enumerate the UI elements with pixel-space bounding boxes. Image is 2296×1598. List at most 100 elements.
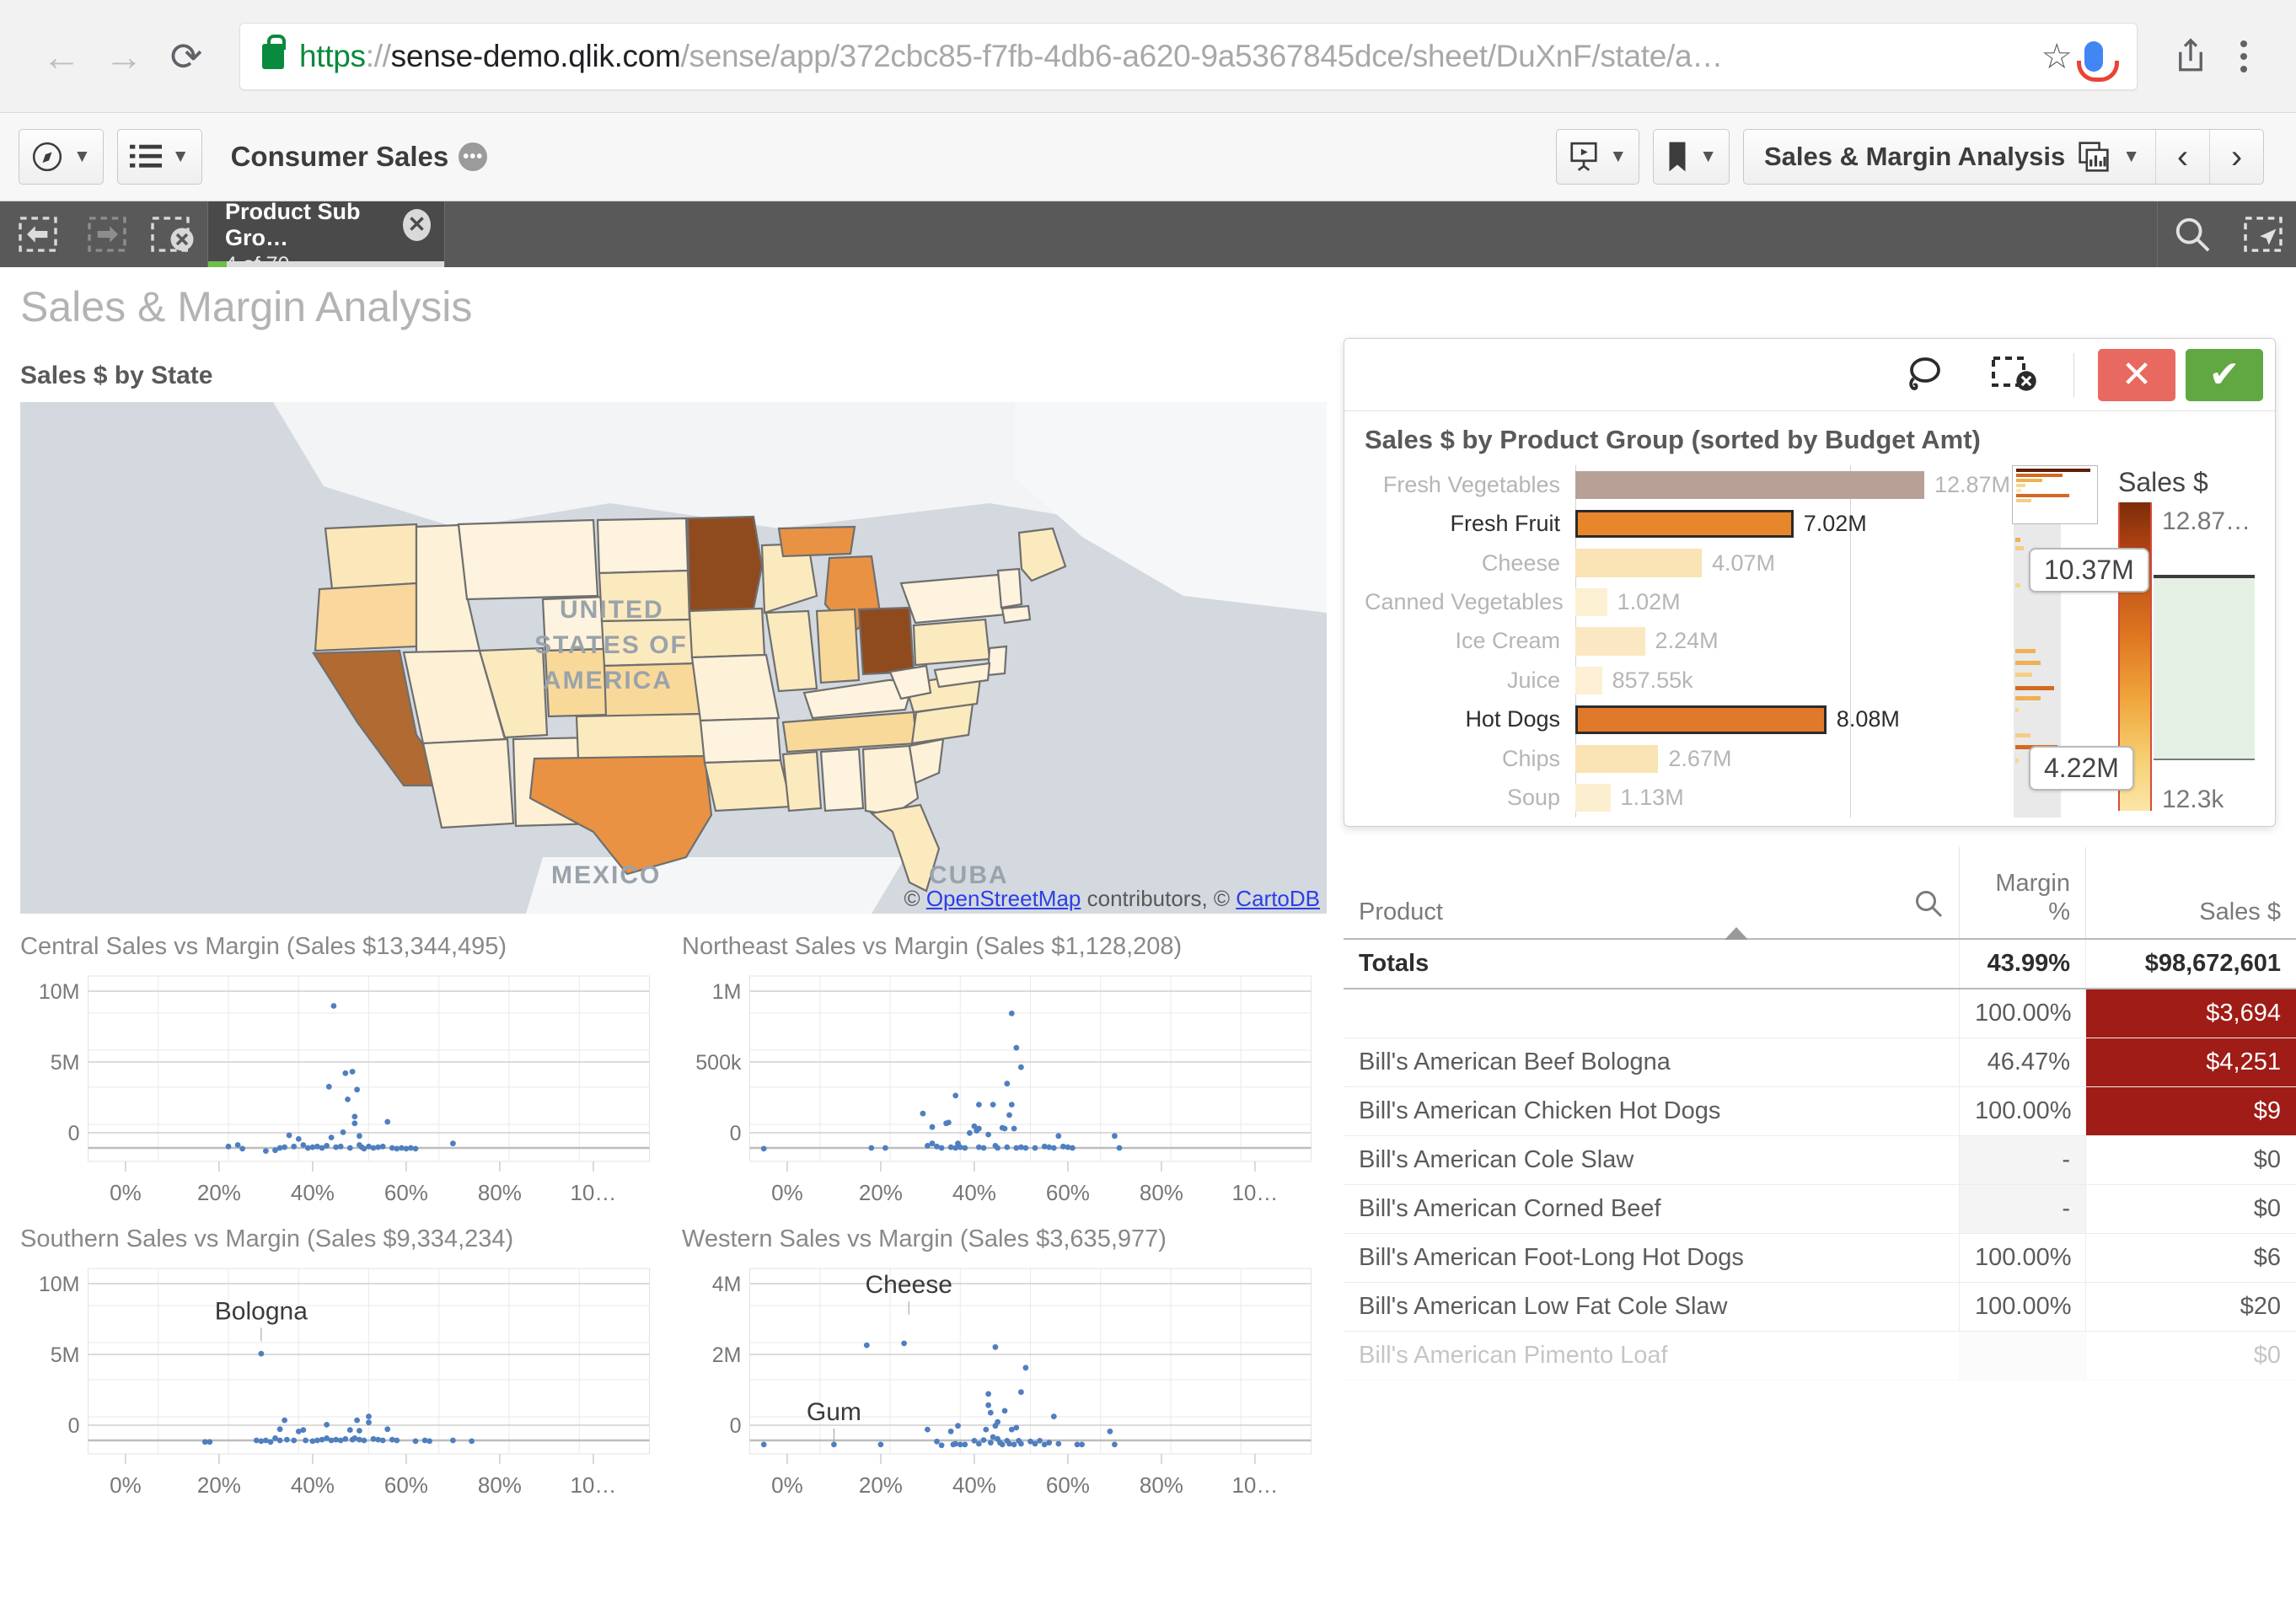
cell-product[interactable]: Bill's American Low Fat Cole Slaw (1344, 1283, 1959, 1331)
bookmark-star-icon[interactable]: ☆ (2041, 35, 2073, 77)
bar-row[interactable]: Fresh Fruit 7.02M (1365, 504, 2010, 543)
selection-step-forward-icon[interactable] (69, 201, 138, 267)
table-row[interactable]: Bill's American Low Fat Cole Slaw 100.00%… (1344, 1283, 2296, 1332)
reload-icon[interactable]: ⟳ (155, 25, 217, 88)
scatter-card-central[interactable]: Central Sales vs Margin (Sales $13,344,4… (20, 933, 665, 1214)
cell-margin[interactable]: - (1959, 1185, 2085, 1233)
table-row[interactable]: Bill's American Chicken Hot Dogs 100.00% $… (1344, 1087, 2296, 1136)
legend-range-band[interactable]: 10.37M 4.22M (2029, 548, 2255, 791)
cell-margin[interactable]: 100.00% (1959, 1234, 2085, 1282)
cell-product[interactable] (1344, 989, 1959, 1038)
cartodb-link[interactable]: CartoDB (1236, 886, 1320, 911)
remove-selection-icon[interactable]: ✕ (403, 208, 431, 241)
cell-sales[interactable]: $0 (2085, 1136, 2296, 1184)
sheet-selector[interactable]: Sales & Margin Analysis ▼ ‹ › (1742, 129, 2264, 185)
legend-range-low-handle[interactable]: 4.22M (2029, 746, 2134, 791)
bar-fill[interactable] (1575, 705, 1827, 734)
bar-fill[interactable] (1575, 744, 1659, 773)
table-row[interactable]: Bill's American Foot-Long Hot Dogs 100.00… (1344, 1234, 2296, 1283)
bookmarks-button[interactable]: ▼ (1653, 129, 1730, 185)
map-visualization[interactable]: UNITED STATES OF AMERICA MEXICO CUBA © O… (20, 402, 1327, 914)
bar-chart[interactable]: Fresh Vegetables 12.87M Fresh Fruit 7.02M Ch… (1365, 465, 2010, 818)
kebab-menu-icon[interactable] (2222, 40, 2266, 72)
bar-fill[interactable] (1575, 587, 1607, 617)
selection-chip-product-sub-group[interactable]: Product Sub Gro… ✕ 4 of 70 (207, 199, 445, 276)
column-header-product[interactable]: Product (1344, 847, 1959, 938)
color-legend[interactable]: Sales $ 12.87… 12.3k 10.37M 4.22M (2010, 465, 2255, 818)
address-bar[interactable]: https://sense-demo.qlik.com/sense/app/37… (239, 22, 2138, 90)
cell-sales[interactable]: $3,694 (2085, 989, 2296, 1038)
bar-fill[interactable] (1575, 666, 1602, 695)
table-row[interactable]: 100.00% $3,694 (1344, 989, 2296, 1038)
bar-row[interactable]: Cheese 4.07M (1365, 544, 2010, 582)
table-row[interactable]: Bill's American Beef Bologna 46.47% $4,251 (1344, 1038, 2296, 1087)
bar-fill[interactable] (1575, 784, 1611, 812)
cell-sales[interactable]: $6 (2085, 1234, 2296, 1282)
cell-product[interactable]: Bill's American Pimento Loaf (1344, 1332, 1959, 1380)
clear-all-selections-icon[interactable] (138, 201, 207, 267)
svg-text:4M: 4M (712, 1273, 742, 1296)
cell-sales[interactable]: $4,251 (2085, 1038, 2296, 1086)
table-row[interactable]: Bill's American Corned Beef - $0 (1344, 1185, 2296, 1234)
bar-fill[interactable] (1575, 549, 1702, 577)
table-row[interactable]: Bill's American Cole Slaw - $0 (1344, 1136, 2296, 1185)
column-header-margin[interactable]: Margin % (1959, 847, 2085, 938)
cell-product[interactable]: Bill's American Foot-Long Hot Dogs (1344, 1234, 1959, 1282)
confirm-button[interactable]: ✔ (2186, 348, 2263, 401)
clear-selection-icon[interactable] (1969, 339, 2060, 411)
column-header-sales[interactable]: Sales $ (2085, 847, 2296, 938)
scatter-plot-northeast[interactable]: 1M 500k 0 0% 20% 40% 60% 80% 10… (682, 969, 1327, 1214)
app-title[interactable]: Consumer Sales ••• (231, 141, 488, 173)
bar-row[interactable]: Fresh Vegetables 12.87M (1365, 465, 2010, 504)
openstreetmap-link[interactable]: OpenStreetMap (926, 886, 1081, 911)
scatter-plot-central[interactable]: 10M 5M 0 0% 20% 40% 60% 80% 10… (20, 969, 665, 1214)
scatter-plot-southern[interactable]: 10M 5M 0 0% 20% 40% 60% 80% 10… Bologna (20, 1262, 665, 1506)
search-icon[interactable] (1913, 888, 1944, 926)
cell-sales[interactable]: $0 (2085, 1332, 2296, 1380)
table-row[interactable]: Bill's American Pimento Loaf $0 (1344, 1332, 2296, 1381)
bar-row[interactable]: Ice Cream 2.24M (1365, 622, 2010, 661)
cell-margin[interactable] (1959, 1332, 2085, 1380)
legend-range-high-handle[interactable]: 10.37M (2029, 548, 2149, 593)
forward-arrow-icon[interactable]: → (93, 25, 155, 88)
bar-row[interactable]: Hot Dogs 8.08M (1365, 700, 2010, 739)
cell-margin[interactable]: - (1959, 1136, 2085, 1184)
cell-sales[interactable]: $9 (2085, 1087, 2296, 1135)
cancel-button[interactable]: ✕ (2098, 348, 2175, 401)
selection-step-back-icon[interactable] (0, 201, 69, 267)
bar-fill[interactable] (1575, 627, 1645, 656)
scatter-card-southern[interactable]: Southern Sales vs Margin (Sales $9,334,2… (20, 1225, 665, 1506)
lasso-select-icon[interactable] (1878, 339, 1969, 411)
search-icon[interactable] (2158, 201, 2227, 267)
ellipsis-icon[interactable]: ••• (459, 142, 488, 171)
cell-product[interactable]: Bill's American Beef Bologna (1344, 1038, 1959, 1086)
scatter-card-northeast[interactable]: Northeast Sales vs Margin (Sales $1,128,… (682, 933, 1327, 1214)
cell-margin[interactable]: 100.00% (1959, 989, 2085, 1038)
next-sheet-button[interactable]: › (2209, 130, 2263, 184)
bar-row[interactable]: Canned Vegetables 1.02M (1365, 582, 2010, 621)
scatter-card-western[interactable]: Western Sales vs Margin (Sales $3,635,97… (682, 1225, 1327, 1506)
selection-tool-icon[interactable] (2227, 201, 2296, 267)
bar-row[interactable]: Soup 1.13M (1365, 779, 2010, 818)
prev-sheet-button[interactable]: ‹ (2155, 130, 2209, 184)
bar-row[interactable]: Juice 857.55k (1365, 661, 2010, 700)
navigation-menu-button[interactable]: ▼ (19, 129, 104, 185)
sheets-menu-button[interactable]: ▼ (116, 129, 202, 185)
cell-sales[interactable]: $20 (2085, 1283, 2296, 1331)
microphone-icon[interactable] (2077, 40, 2119, 82)
cell-margin[interactable]: 46.47% (1959, 1038, 2085, 1086)
bar-fill[interactable] (1575, 470, 1924, 499)
cell-margin[interactable]: 100.00% (1959, 1283, 2085, 1331)
sheet-selector-label[interactable]: Sales & Margin Analysis ▼ (1744, 142, 2155, 172)
bar-fill[interactable] (1575, 509, 1794, 539)
storytelling-button[interactable]: ▼ (1556, 129, 1640, 185)
cell-sales[interactable]: $0 (2085, 1185, 2296, 1233)
bar-row[interactable]: Chips 2.67M (1365, 739, 2010, 778)
share-icon[interactable] (2159, 25, 2222, 88)
cell-product[interactable]: Bill's American Chicken Hot Dogs (1344, 1087, 1959, 1135)
scatter-plot-western[interactable]: 4M 2M 0 0% 20% 40% 60% 80% 10… Cheese Gum (682, 1262, 1327, 1506)
cell-margin[interactable]: 100.00% (1959, 1087, 2085, 1135)
cell-product[interactable]: Bill's American Corned Beef (1344, 1185, 1959, 1233)
back-arrow-icon[interactable]: ← (30, 25, 93, 88)
cell-product[interactable]: Bill's American Cole Slaw (1344, 1136, 1959, 1184)
